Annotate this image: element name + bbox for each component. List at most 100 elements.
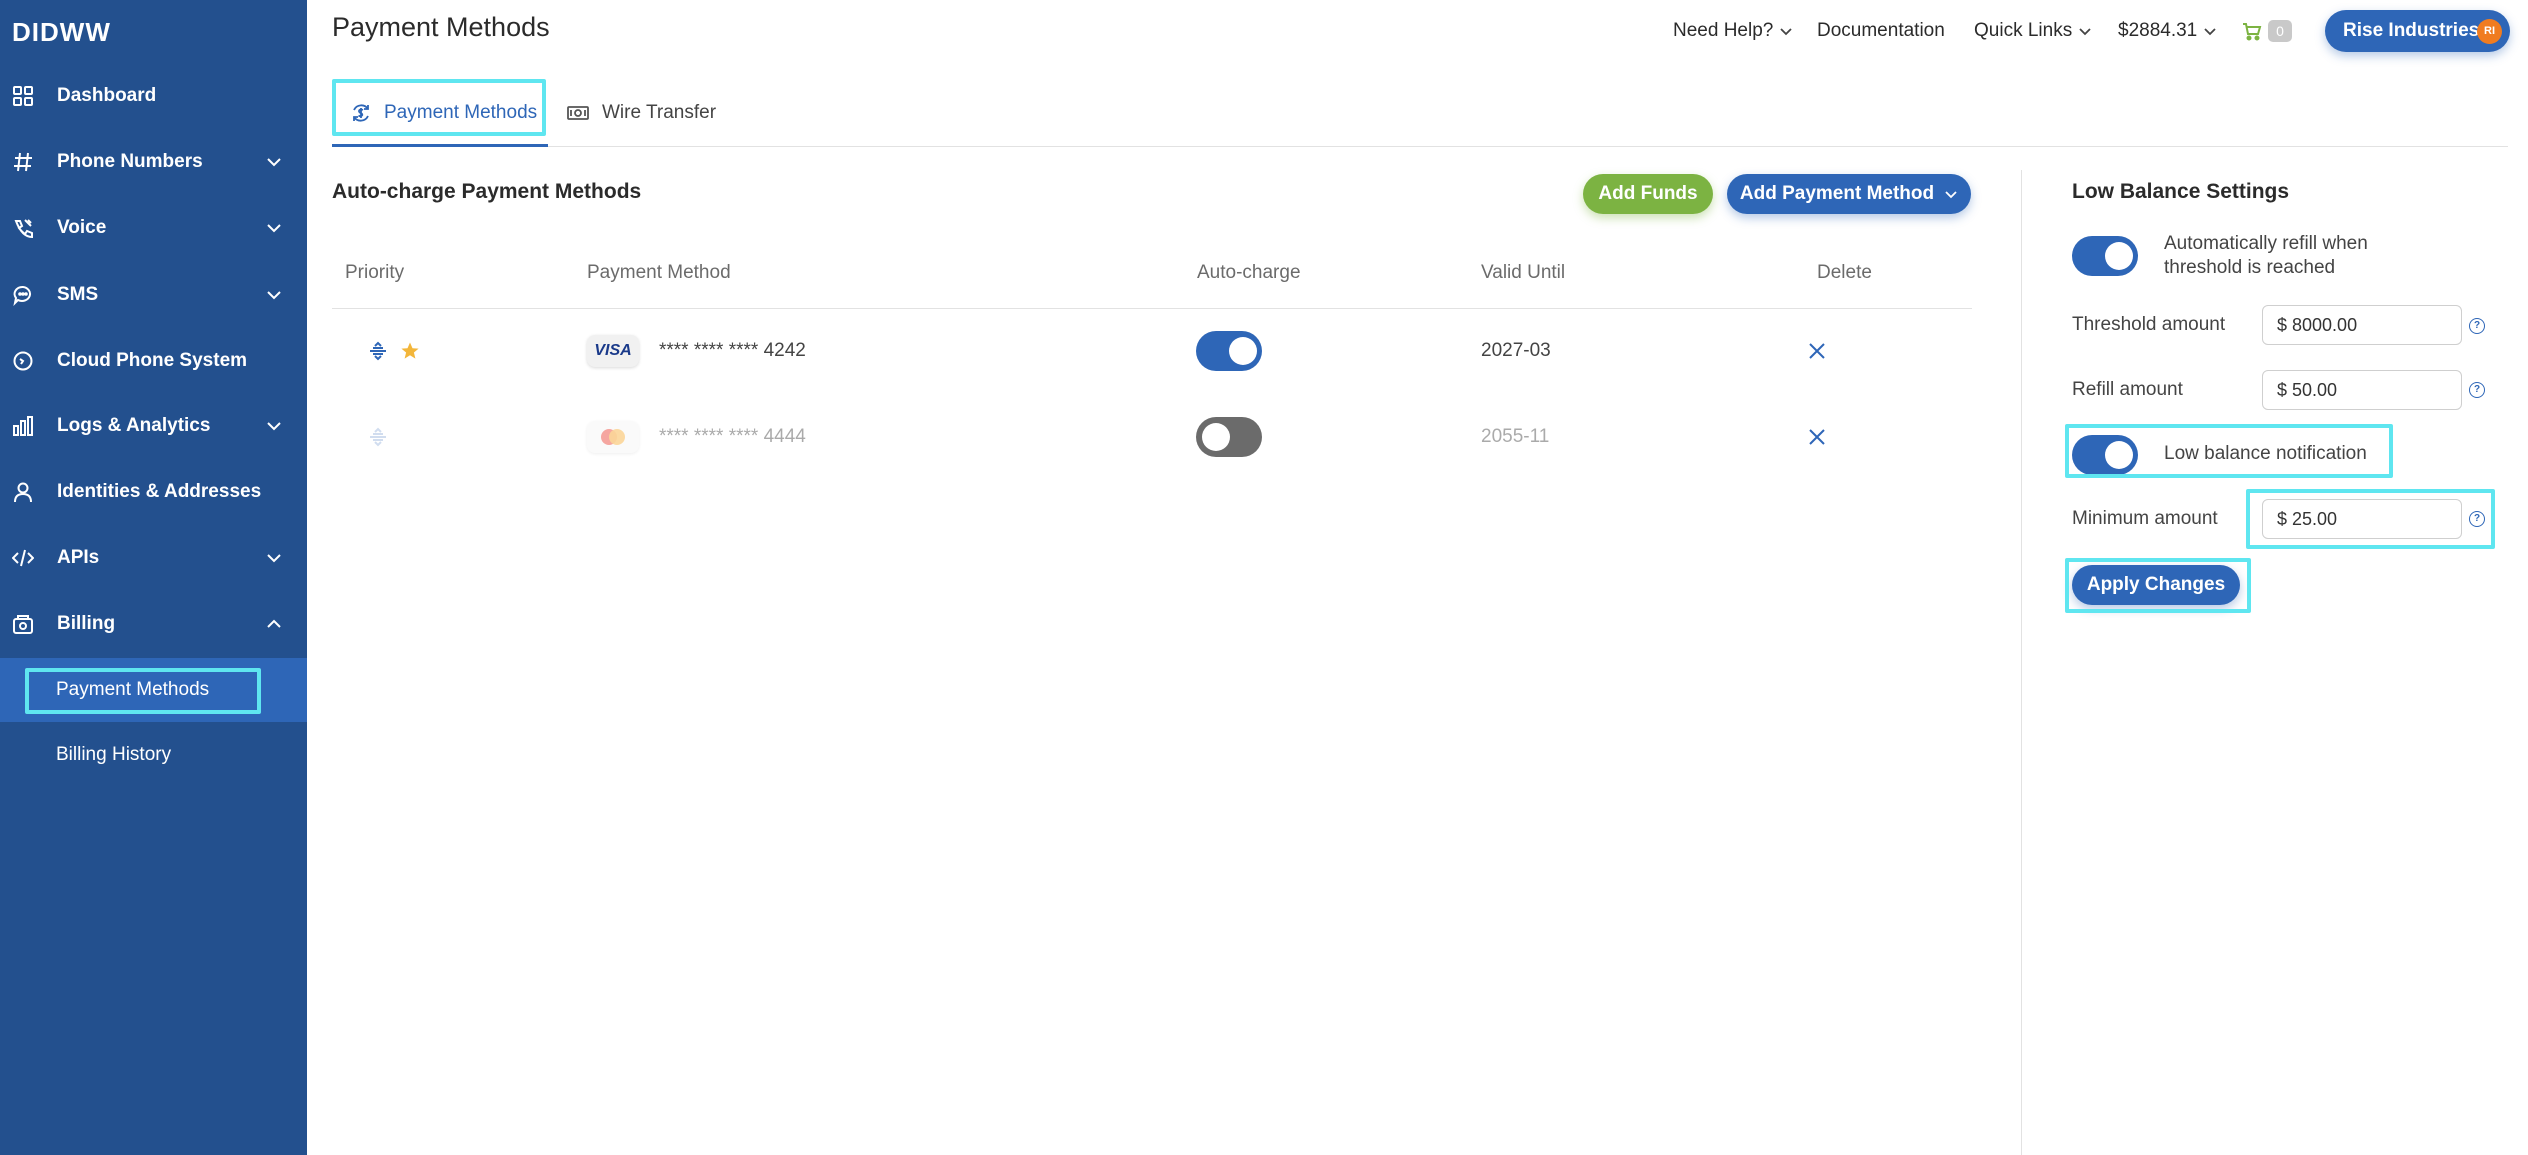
clock-icon [12, 350, 34, 372]
tabs-divider [332, 146, 2508, 147]
panel-divider [2021, 170, 2022, 1155]
sidebar: DIDWW Dashboard Phone Numbers Voice SMS … [0, 0, 307, 1155]
sidebar-item-label: SMS [57, 284, 99, 305]
chevron-down-icon[interactable] [265, 417, 283, 435]
sidebar-item-voice[interactable]: Voice [0, 195, 307, 261]
autocharge-section-title: Auto-charge Payment Methods [332, 180, 642, 203]
drag-handle-icon[interactable] [367, 311, 389, 391]
quick-links-menu[interactable]: Quick Links [1974, 15, 2092, 47]
column-header-priority: Priority [345, 262, 405, 283]
valid-until-value: 2027-03 [1481, 340, 1551, 361]
visa-card-icon: VISA [587, 311, 639, 391]
table-row: **** **** **** 4444 2055-11 [332, 397, 1972, 477]
delete-icon[interactable] [1808, 311, 1826, 391]
help-icon[interactable]: ? [2469, 382, 2485, 398]
bar-chart-icon [12, 415, 34, 437]
sidebar-item-label: Cloud Phone System [57, 350, 248, 371]
auto-refill-toggle[interactable] [2072, 236, 2138, 276]
page-title: Payment Methods [332, 12, 550, 42]
auto-charge-toggle[interactable] [1196, 397, 1262, 477]
need-help-menu[interactable]: Need Help? [1673, 15, 1793, 47]
add-funds-button[interactable]: Add Funds [1583, 174, 1713, 214]
sidebar-item-label: Logs & Analytics [57, 415, 211, 436]
column-header-delete: Delete [1817, 262, 1872, 283]
minimum-amount-label: Minimum amount [2072, 508, 2218, 529]
help-icon[interactable]: ? [2469, 511, 2485, 527]
threshold-amount-input[interactable]: $ 8000.00 [2262, 305, 2462, 345]
cart-icon [2243, 23, 2262, 41]
help-icon[interactable]: ? [2469, 318, 2485, 334]
card-number: **** **** **** 4444 [659, 426, 806, 447]
organization-menu-button[interactable]: Rise Industries RI [2325, 10, 2510, 52]
sidebar-subitem-billing-history[interactable]: Billing History [0, 723, 307, 787]
chevron-down-icon[interactable] [265, 286, 283, 304]
cart-button[interactable]: 0 [2242, 15, 2292, 47]
drag-handle-icon[interactable] [367, 397, 389, 477]
auto-charge-toggle[interactable] [1196, 311, 1262, 391]
chevron-down-icon [2079, 28, 2091, 36]
chevron-down-icon [1945, 191, 1957, 199]
sidebar-item-apis[interactable]: APIs [0, 525, 307, 591]
star-icon[interactable] [400, 311, 420, 391]
chat-bubble-icon [12, 284, 34, 306]
tab-label: Payment Methods [384, 102, 538, 123]
sidebar-item-sms[interactable]: SMS [0, 262, 307, 328]
tab-wire-transfer[interactable]: Wire Transfer [566, 80, 716, 146]
quick-links-label: Quick Links [1974, 20, 2073, 41]
active-tab-indicator [332, 144, 548, 147]
avatar: RI [2477, 19, 2502, 44]
sidebar-item-billing[interactable]: Billing [0, 591, 307, 657]
sidebar-item-label: Billing [57, 613, 116, 634]
sidebar-item-label: Phone Numbers [57, 151, 203, 172]
code-icon [12, 547, 34, 569]
tab-payment-methods[interactable]: Payment Methods [350, 80, 537, 146]
visa-logo: VISA [587, 335, 639, 367]
chevron-up-icon[interactable] [265, 615, 283, 633]
sidebar-item-logs-analytics[interactable]: Logs & Analytics [0, 393, 307, 459]
mastercard-icon [587, 397, 639, 477]
sidebar-item-label: Dashboard [57, 85, 157, 106]
balance-menu[interactable]: $2884.31 [2118, 15, 2217, 47]
wallet-icon [12, 613, 34, 635]
sidebar-item-identities-addresses[interactable]: Identities & Addresses [0, 459, 307, 525]
sidebar-subitem-payment-methods[interactable]: Payment Methods [0, 658, 307, 722]
phone-wave-icon [12, 217, 34, 239]
low-balance-title: Low Balance Settings [2072, 180, 2290, 203]
threshold-amount-label: Threshold amount [2072, 314, 2226, 335]
cart-count-badge: 0 [2268, 20, 2292, 42]
column-header-payment-method: Payment Method [587, 262, 731, 283]
delete-icon[interactable] [1808, 397, 1826, 477]
tab-label: Wire Transfer [602, 102, 717, 123]
balance-value: $2884.31 [2118, 20, 2198, 41]
banknote-icon [567, 106, 589, 120]
add-payment-method-label: Add Payment Method [1739, 183, 1935, 204]
refill-amount-label: Refill amount [2072, 379, 2183, 400]
low-balance-notification-toggle[interactable] [2072, 435, 2138, 475]
card-number: **** **** **** 4242 [659, 340, 806, 361]
chevron-down-icon[interactable] [265, 549, 283, 567]
dollar-cycle-icon [353, 104, 369, 122]
apply-changes-button[interactable]: Apply Changes [2072, 565, 2240, 605]
sidebar-item-label: Voice [57, 217, 107, 238]
chevron-down-icon [2204, 28, 2216, 36]
sidebar-item-phone-numbers[interactable]: Phone Numbers [0, 129, 307, 195]
sidebar-item-label: Identities & Addresses [57, 481, 262, 502]
minimum-amount-input[interactable]: $ 25.00 [2262, 499, 2462, 539]
valid-until-value: 2055-11 [1481, 426, 1550, 447]
table-row: VISA **** **** **** 4242 2027-03 [332, 311, 1972, 391]
low-balance-notification-label: Low balance notification [2164, 443, 2367, 464]
chevron-down-icon[interactable] [265, 219, 283, 237]
column-header-valid-until: Valid Until [1481, 262, 1566, 283]
refill-amount-input[interactable]: $ 50.00 [2262, 370, 2462, 410]
sidebar-item-label: APIs [57, 547, 100, 568]
chevron-down-icon[interactable] [265, 153, 283, 171]
sidebar-item-cloud-phone-system[interactable]: Cloud Phone System [0, 328, 307, 394]
sidebar-item-dashboard[interactable]: Dashboard [0, 63, 307, 129]
add-payment-method-button[interactable]: Add Payment Method [1727, 174, 1971, 214]
table-header-divider [332, 308, 1972, 309]
sidebar-subitem-label: Payment Methods [56, 679, 210, 700]
documentation-label: Documentation [1817, 20, 1945, 41]
need-help-label: Need Help? [1673, 20, 1774, 41]
documentation-link[interactable]: Documentation [1817, 15, 1945, 47]
didww-logo[interactable]: DIDWW [12, 16, 111, 48]
